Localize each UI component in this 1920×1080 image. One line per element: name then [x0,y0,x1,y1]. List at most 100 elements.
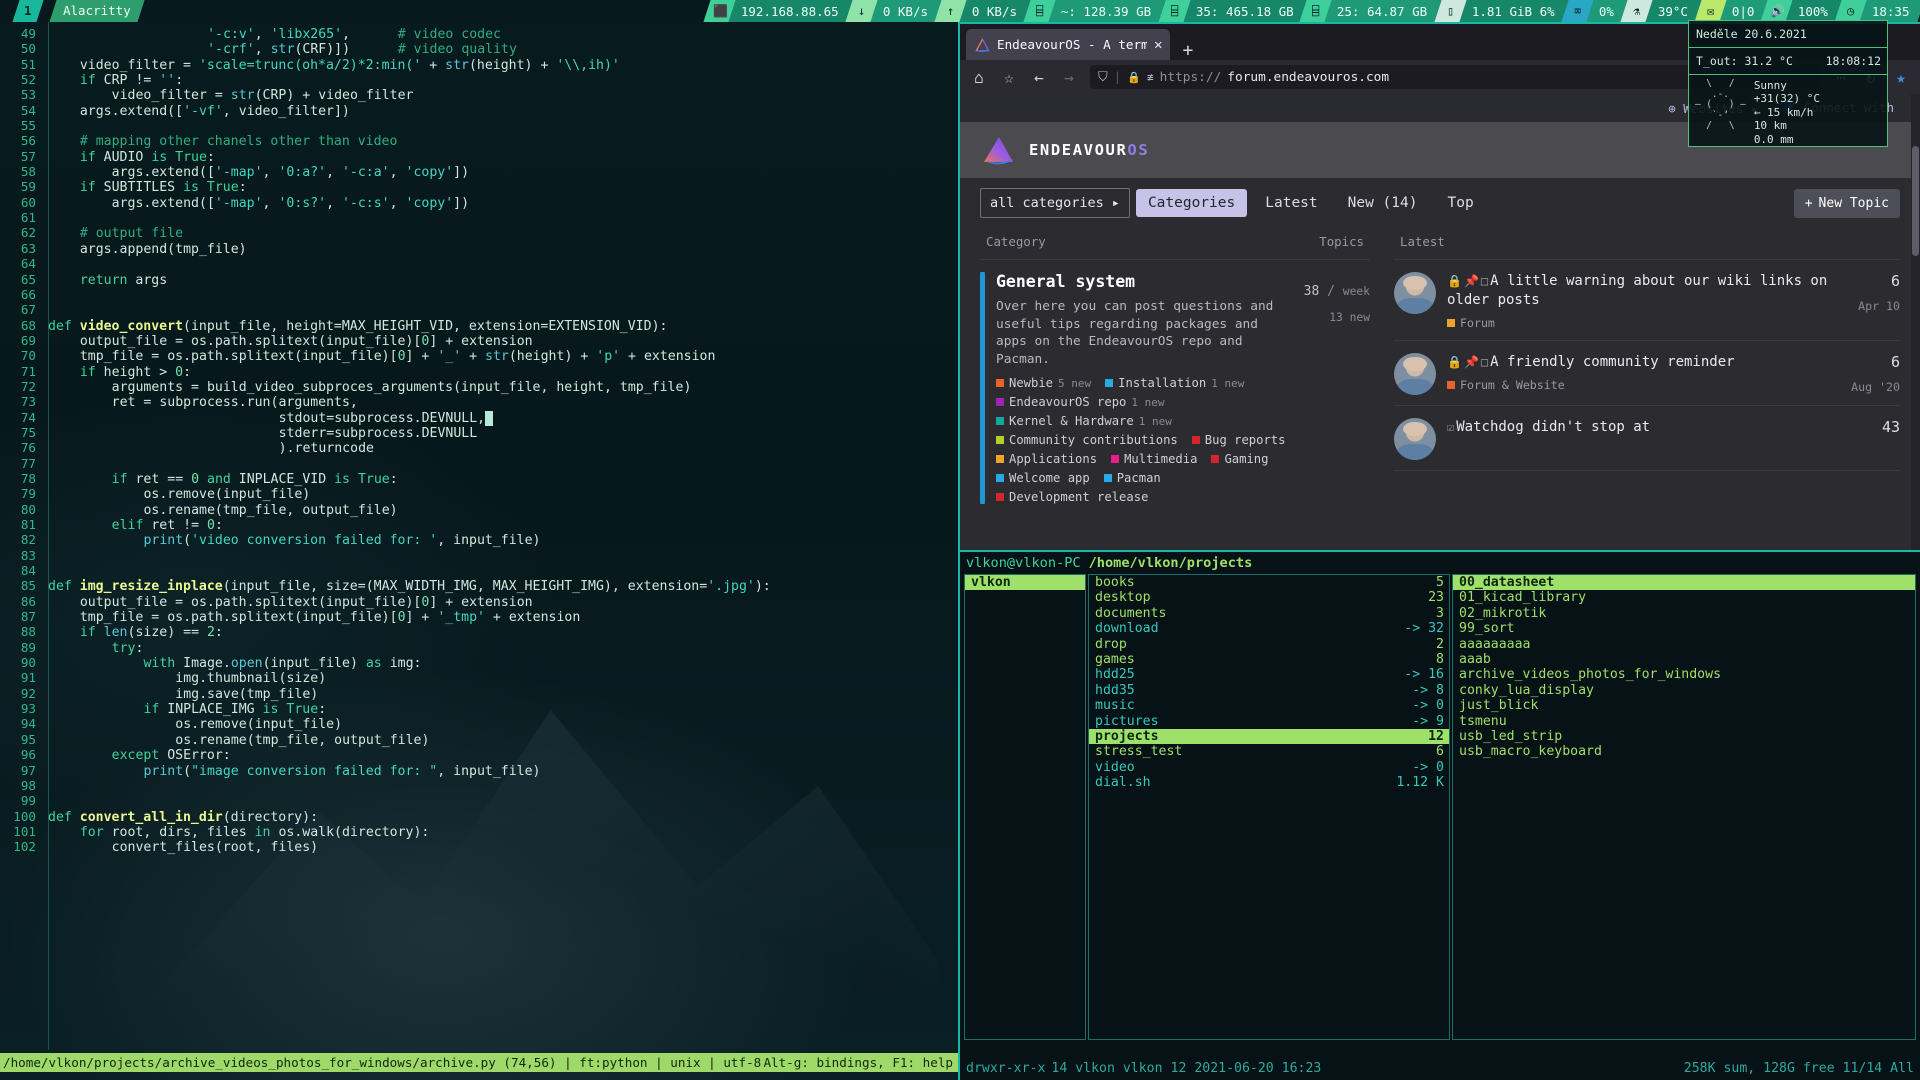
file-list-item[interactable]: desktop 23 [1089,590,1449,605]
ranger-file-manager[interactable]: vlkon@vlkon-PC /home/vlkon/projects vlko… [958,550,1920,1080]
subcategory-multimedia[interactable]: Multimedia [1111,452,1197,466]
file-list-item[interactable]: 00_datasheet [1453,575,1915,591]
topic-list-item[interactable]: ☑ Watchdog didn't stop at 43 [1394,406,1900,471]
subcategory-gaming[interactable]: Gaming [1211,452,1268,466]
subcategory-welcome-app[interactable]: Welcome app [996,471,1090,485]
file-size: -> 0 [1412,698,1444,714]
browser-scrollbar-thumb[interactable] [1912,146,1919,256]
file-list-item[interactable]: just_blick [1453,698,1915,713]
file-list-item[interactable]: tsmenu [1453,714,1915,729]
ranger-current-column[interactable]: books 5 desktop 23 documents 3 download -> 32 dr… [1088,574,1450,1040]
systray-value-5[interactable]: 25: 64.87 GB [1324,0,1443,22]
code-line: 52 if CRP != '': [0,72,958,88]
tab-top[interactable]: Top [1435,189,1485,217]
workspace-indicator-1[interactable]: 1 [12,0,44,22]
systray-value-8[interactable]: 39°C [1644,0,1703,22]
topic-list-item[interactable]: 🔒 📌 □ A little warning about our wiki links… [1394,260,1900,341]
systray-value-2[interactable]: 0 KB/s [959,0,1032,22]
subcategory-kernel-hardware[interactable]: Kernel & Hardware 1 new [996,414,1172,428]
lock-icon[interactable]: 🔒 [1127,71,1141,84]
topic-title[interactable]: ☑ Watchdog didn't stop at [1447,418,1829,437]
file-list-item[interactable]: archive_videos_photos_for_windows [1453,667,1915,682]
forward-icon[interactable]: → [1060,68,1078,87]
file-list-item[interactable]: dial.sh 1.12 K [1089,775,1449,790]
topic-title[interactable]: 🔒 📌 □ A little warning about our wiki links… [1447,272,1829,310]
file-list-item[interactable]: aaaaaaaaa [1453,637,1915,652]
code-line: 96 except OSError: [0,747,958,763]
subcategory-new-count: 1 new [1138,414,1172,428]
file-list-item[interactable]: pictures -> 9 [1089,714,1449,729]
file-list-item[interactable]: music -> 0 [1089,698,1449,713]
file-list-item[interactable]: video -> 0 [1089,760,1449,775]
topic-list-item[interactable]: 🔒 📌 □ A friendly community reminder Forum & … [1394,341,1900,406]
subcategory-newbie[interactable]: Newbie 5 new [996,376,1091,390]
tab-categories[interactable]: Categories [1135,189,1248,217]
file-list-item[interactable]: conky_lua_display [1453,683,1915,698]
topic-category[interactable]: Forum & Website [1447,378,1829,392]
subcategory-pacman[interactable]: Pacman [1103,471,1161,485]
new-topic-button[interactable]: + New Topic [1793,188,1900,218]
topic-category[interactable]: Forum [1447,316,1829,330]
browser-tab-endeavouros[interactable]: EndeavourOS - A terminal- ✕ [966,29,1171,60]
file-list-item[interactable]: documents 3 [1089,606,1449,621]
file-list-item[interactable]: games 8 [1089,652,1449,667]
close-icon[interactable]: ✕ [1154,37,1162,53]
category-card-general-system[interactable]: General system Over here you can post qu… [980,260,1370,504]
subcategory-installation[interactable]: Installation 1 new [1105,376,1244,390]
file-list-item[interactable]: usb_led_strip [1453,729,1915,744]
file-list-item[interactable]: projects 12 [1089,728,1449,745]
shield-icon[interactable]: ⛉ [1098,70,1108,85]
file-list-item[interactable]: aaab [1453,652,1915,667]
ranger-parent-column[interactable]: vlkon [964,574,1086,1040]
subcategory-community-contributions[interactable]: Community contributions [996,433,1178,447]
endeavouros-logo-icon[interactable] [982,135,1016,165]
site-brand-name[interactable]: ENDEAVOUROS [1029,141,1149,159]
file-list-item[interactable]: books 5 [1089,575,1449,590]
subcategory-endeavouros-repo[interactable]: EndeavourOS repo 1 new [996,395,1165,409]
file-list-item[interactable]: vlkon [965,575,1085,591]
subcategory-new-count: 1 new [1131,395,1165,409]
new-tab-icon[interactable]: + [1170,42,1205,60]
permissions-icon[interactable]: ≢ [1147,71,1154,84]
active-window-title[interactable]: Alacritty [48,0,144,22]
line-number: 77 [20,455,36,471]
line-number: 79 [20,486,36,502]
editor-code-area[interactable]: 49 '-c:v', 'libx265', # video codec 50 '-… [0,22,958,1050]
file-list-item[interactable]: 02_mikrotik [1453,606,1915,621]
systray-value-6[interactable]: 1.81 GiB 6% [1459,0,1570,22]
systray-value-4[interactable]: 35: 465.18 GB [1182,0,1308,22]
file-list-item[interactable]: download -> 32 [1089,621,1449,636]
code-line: 49 '-c:v', 'libx265', # video codec [0,26,958,42]
subcategory-development-release[interactable]: Development release [996,490,1148,504]
all-categories-dropdown[interactable]: all categories ▸ [980,188,1130,218]
forum-nav-row: all categories ▸ Categories Latest New (… [960,178,1920,228]
alacritty-terminal-window[interactable]: 49 '-c:v', 'libx265', # video codec 50 '-… [0,22,958,1080]
avatar[interactable] [1394,418,1436,460]
back-icon[interactable]: ← [1030,68,1048,87]
browser-scrollbar[interactable] [1911,94,1920,550]
topic-title[interactable]: 🔒 📌 □ A friendly community reminder [1447,353,1829,372]
systray-value-11[interactable]: 18:35 [1859,0,1920,22]
bookmark-star-icon[interactable]: ★ [1892,68,1910,87]
all-categories-label: all categories [990,195,1104,211]
systray-value-3[interactable]: ~: 128.39 GB [1048,0,1167,22]
avatar[interactable] [1394,272,1436,314]
file-list-item[interactable]: hdd35 -> 8 [1089,683,1449,698]
systray-value-0[interactable]: 192.168.88.65 [728,0,854,22]
file-list-item[interactable]: 01_kicad_library [1453,590,1915,605]
file-list-item[interactable]: stress_test 6 [1089,744,1449,759]
category-title[interactable]: General system [996,272,1296,291]
avatar[interactable] [1394,353,1436,395]
file-list-item[interactable]: hdd25 -> 16 [1089,667,1449,682]
tab-new[interactable]: New (14) [1336,189,1430,217]
file-list-item[interactable]: drop 2 [1089,637,1449,652]
pocket-icon[interactable]: ☆ [1000,68,1018,87]
file-list-item[interactable]: 99_sort [1453,621,1915,636]
file-list-item[interactable]: usb_macro_keyboard [1453,744,1915,759]
ranger-preview-column[interactable]: 00_datasheet 01_kicad_library 02_mikrotik 9… [1452,574,1916,1040]
systray-value-1[interactable]: 0 KB/s [870,0,943,22]
tab-latest[interactable]: Latest [1253,189,1329,217]
subcategory-bug-reports[interactable]: Bug reports [1191,433,1285,447]
subcategory-applications[interactable]: Applications [996,452,1097,466]
home-icon[interactable]: ⌂ [970,68,988,87]
